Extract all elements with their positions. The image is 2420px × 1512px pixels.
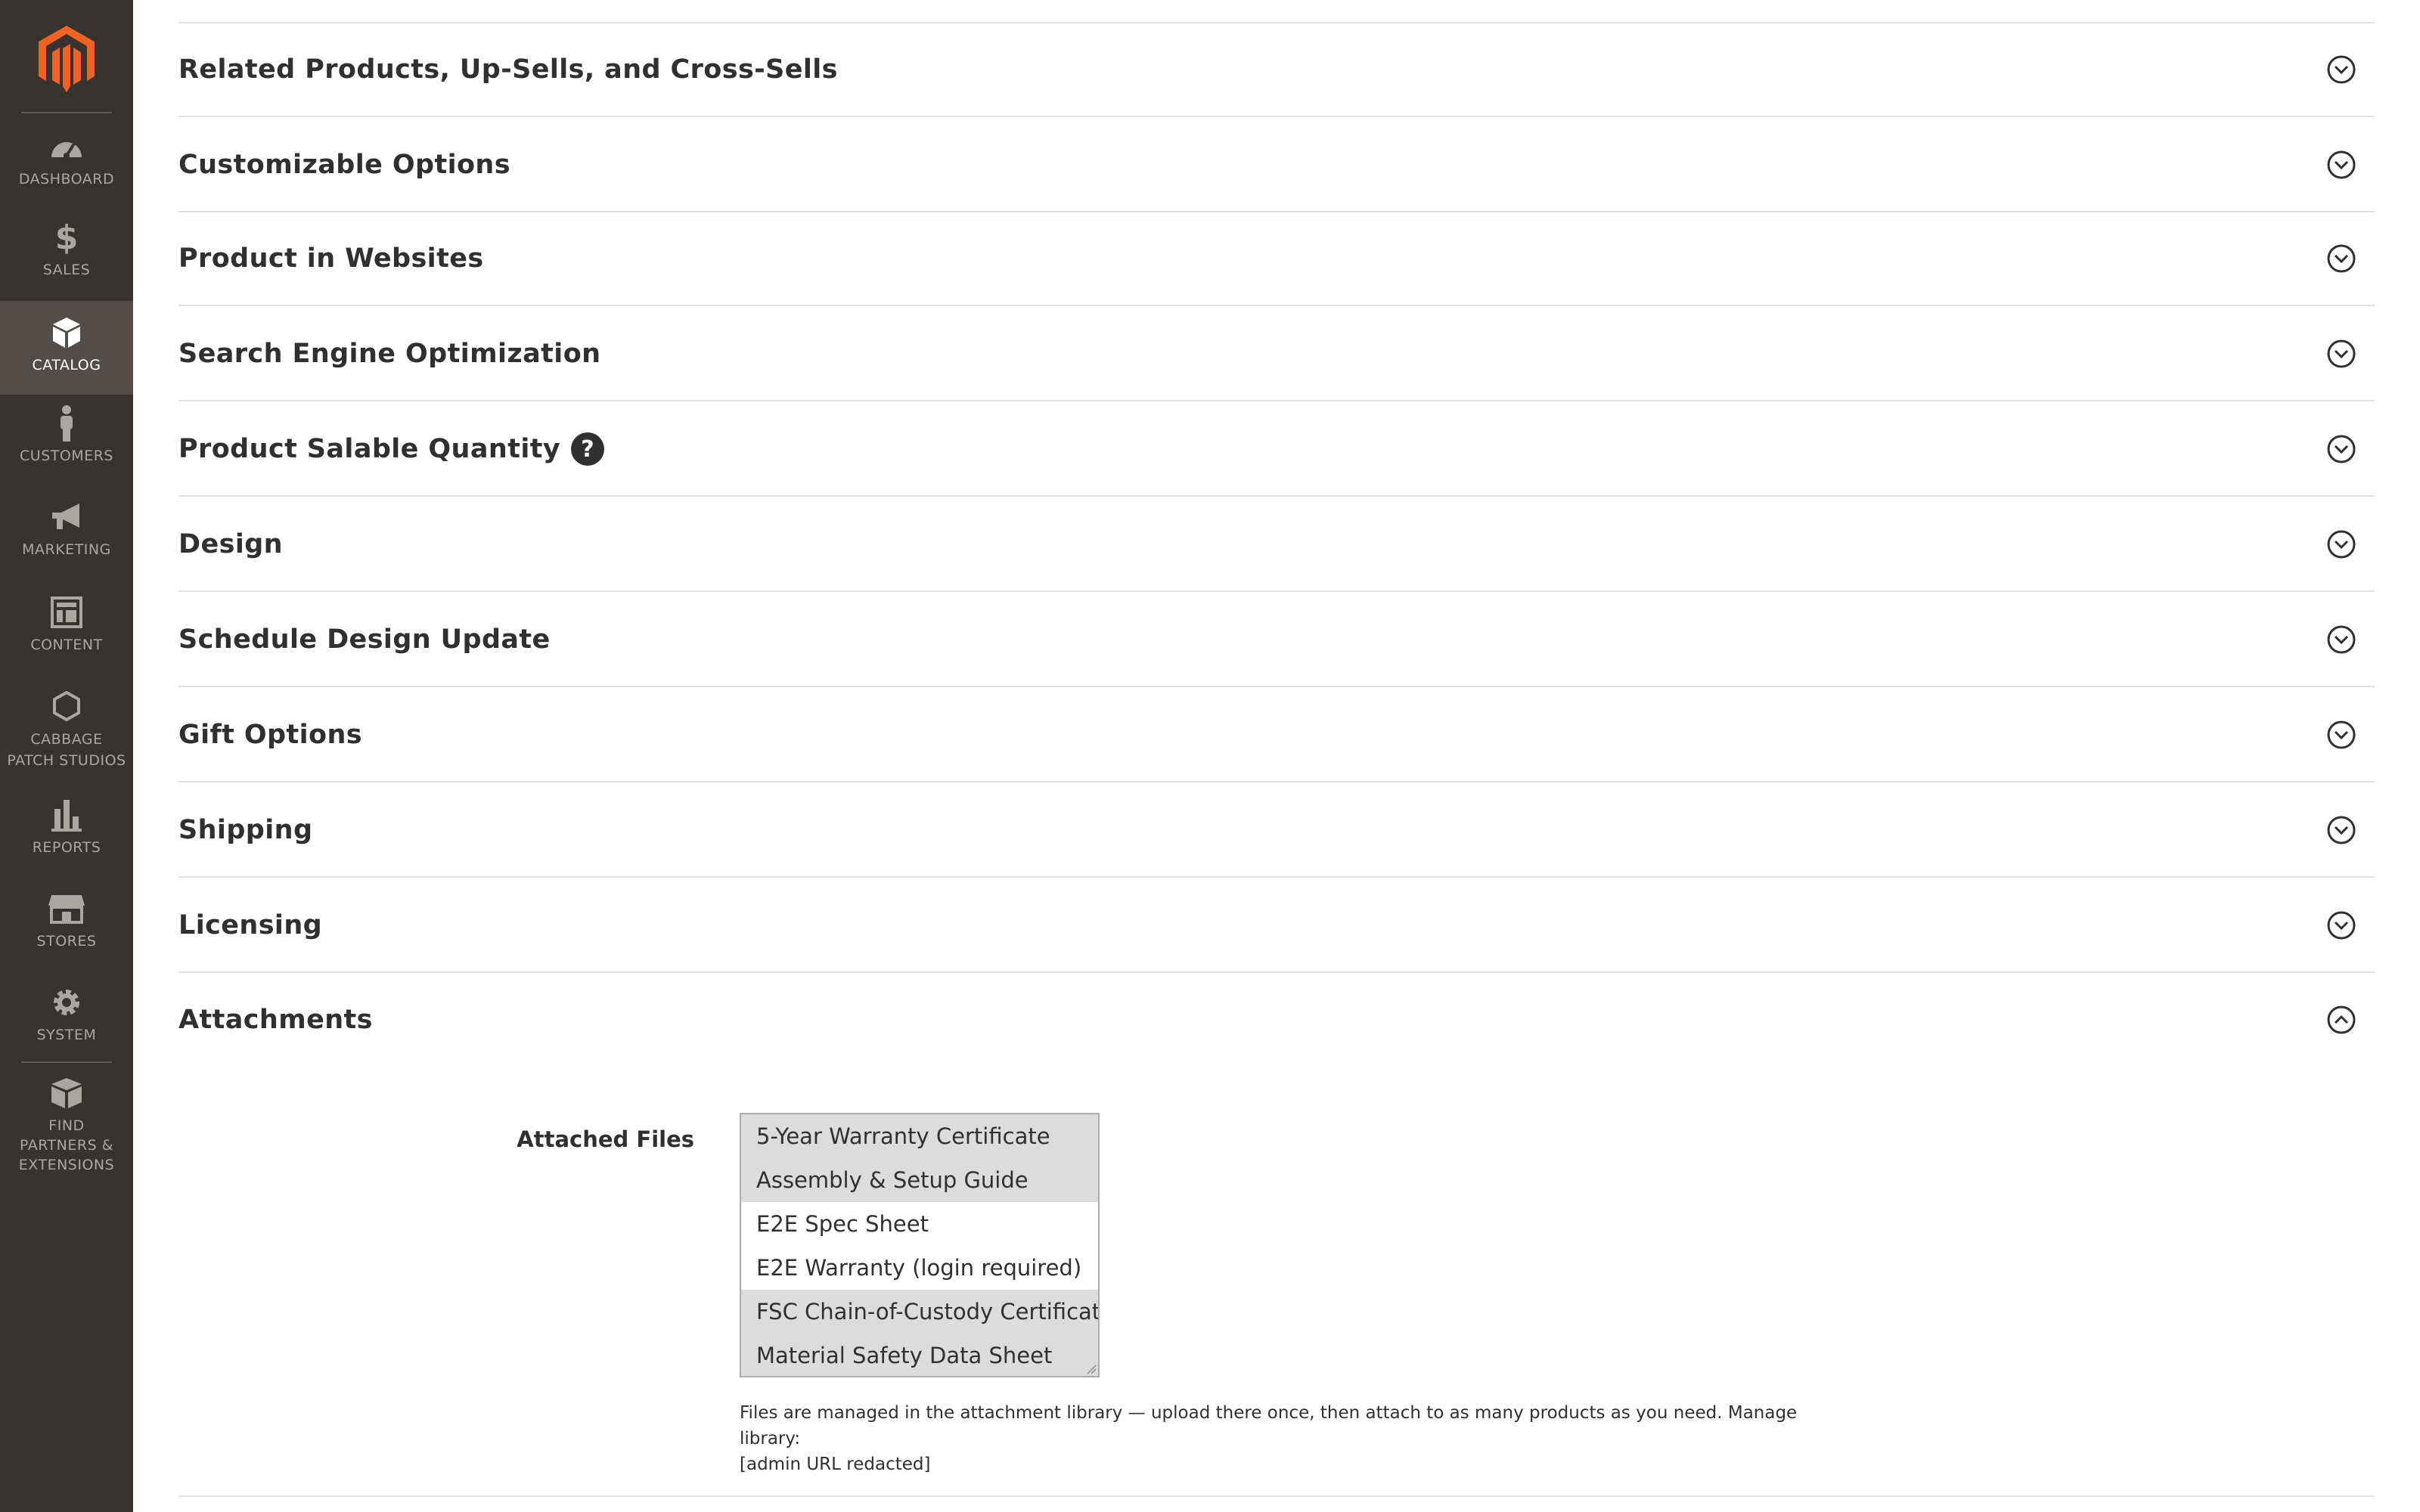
chevron-down-icon	[2327, 816, 2356, 844]
sidebar-item-stores[interactable]: STORES	[0, 891, 133, 974]
section-title-wrap: Product Salable Quantity ?	[178, 432, 605, 466]
layout-icon	[48, 594, 85, 631]
sidebar-item-system[interactable]: SYSTEM	[0, 984, 133, 1067]
sidebar-item-label: STORES	[36, 933, 97, 950]
chevron-down-icon	[2327, 911, 2356, 940]
attachment-option[interactable]: Material Safety Data Sheet	[741, 1334, 1098, 1376]
chevron-down-icon	[2327, 150, 2356, 179]
cube-icon	[48, 314, 85, 351]
resize-handle-icon[interactable]	[1084, 1362, 1097, 1374]
section-title: Search Engine Optimization	[178, 339, 601, 369]
section-title: Related Products, Up-Sells, and Cross-Se…	[178, 54, 838, 85]
sidebar-item-label: CONTENT	[30, 637, 103, 653]
section-licensing[interactable]: Licensing	[178, 879, 2375, 973]
section-gift-options[interactable]: Gift Options	[178, 689, 2375, 782]
sidebar-item-catalog[interactable]: CATALOG	[0, 301, 133, 395]
attachment-option[interactable]: FSC Chain-of-Custody Certificate	[741, 1290, 1098, 1334]
attachments-help-note: Files are managed in the attachment libr…	[740, 1400, 1844, 1477]
sidebar-item-marketing[interactable]: MARKETING	[0, 499, 133, 582]
chevron-down-icon	[2327, 435, 2356, 463]
sidebar-item-label: EXTENSIONS	[18, 1157, 115, 1173]
chevron-up-icon	[2327, 1005, 2356, 1034]
section-title: Product Salable Quantity	[178, 434, 561, 464]
section-title: Product in Websites	[178, 243, 484, 274]
sidebar-item-label: CABBAGE	[30, 731, 103, 748]
sidebar-item-reports[interactable]: REPORTS	[0, 797, 133, 880]
chevron-down-icon	[2327, 55, 2356, 84]
section-title: Schedule Design Update	[178, 624, 551, 655]
boxes-icon	[48, 1075, 85, 1111]
sidebar-item-customers[interactable]: CUSTOMERS	[0, 405, 133, 488]
bar-chart-icon	[48, 797, 85, 833]
product-edit-sections: Related Products, Up-Sells, and Cross-Se…	[178, 0, 2375, 1512]
section-product-salable-quantity[interactable]: Product Salable Quantity ?	[178, 403, 2375, 497]
attached-files-multiselect[interactable]: 5-Year Warranty Certificate Assembly & S…	[740, 1113, 1100, 1377]
chevron-down-icon	[2327, 530, 2356, 559]
hexagon-icon	[48, 688, 85, 724]
chevron-down-icon	[2327, 625, 2356, 654]
section-title: Design	[178, 529, 283, 559]
attachment-option[interactable]: 5-Year Warranty Certificate	[741, 1114, 1098, 1158]
sidebar-item-content[interactable]: CONTENT	[0, 594, 133, 677]
sidebar-item-dashboard[interactable]: DASHBOARD	[0, 129, 133, 212]
section-title: Attachments	[178, 1005, 373, 1035]
chevron-down-icon	[2327, 720, 2356, 749]
section-title: Licensing	[178, 910, 323, 940]
section-related-products[interactable]: Related Products, Up-Sells, and Cross-Se…	[178, 23, 2375, 117]
sidebar-item-label: SYSTEM	[36, 1027, 97, 1043]
attachment-option[interactable]: E2E Warranty (login required)	[741, 1246, 1098, 1290]
sidebar-item-label: MARKETING	[22, 541, 111, 558]
sidebar-item-label: PATCH STUDIOS	[7, 752, 126, 769]
sidebar-item-label: DASHBOARD	[18, 171, 115, 187]
section-title: Customizable Options	[178, 150, 510, 180]
section-design[interactable]: Design	[178, 498, 2375, 592]
storefront-icon	[48, 891, 85, 927]
sidebar-divider	[21, 112, 112, 113]
sidebar-item-label: CUSTOMERS	[20, 448, 113, 464]
section-product-in-websites[interactable]: Product in Websites	[178, 212, 2375, 306]
section-title: Gift Options	[178, 720, 362, 750]
magento-logo[interactable]	[0, 21, 133, 97]
admin-sidebar: DASHBOARD $ SALES CATALOG CUSTOMERS MARK…	[0, 0, 133, 1512]
sidebar-item-find-partners-extensions[interactable]: FIND PARTNERS & EXTENSIONS	[0, 1075, 133, 1188]
section-title: Shipping	[178, 815, 313, 845]
sidebar-item-label: PARTNERS &	[19, 1137, 113, 1154]
person-icon	[48, 405, 85, 442]
gear-icon	[48, 984, 85, 1021]
section-customizable-options[interactable]: Customizable Options	[178, 119, 2375, 212]
manage-library-link[interactable]: [admin URL redacted]	[740, 1452, 1844, 1477]
dashboard-icon	[48, 129, 85, 165]
section-shipping[interactable]: Shipping	[178, 784, 2375, 878]
sidebar-item-cabbage-patch-studios[interactable]: CABBAGE PATCH STUDIOS	[0, 688, 133, 779]
attachment-option[interactable]: Assembly & Setup Guide	[741, 1158, 1098, 1202]
sidebar-item-label: FIND	[48, 1117, 85, 1134]
section-divider	[178, 1495, 2375, 1497]
sidebar-item-sales[interactable]: $ SALES	[0, 218, 133, 302]
section-search-engine-optimization[interactable]: Search Engine Optimization	[178, 308, 2375, 401]
section-schedule-design-update[interactable]: Schedule Design Update	[178, 593, 2375, 687]
megaphone-icon	[48, 499, 85, 535]
attached-files-label: Attached Files	[517, 1126, 694, 1152]
sidebar-item-label: SALES	[42, 262, 91, 278]
sidebar-item-label: CATALOG	[32, 357, 101, 373]
dollar-icon: $	[54, 218, 79, 257]
attachments-note-text: Files are managed in the attachment libr…	[740, 1403, 1798, 1448]
magento-logo-icon	[39, 26, 95, 92]
help-icon[interactable]: ?	[571, 432, 605, 466]
attachment-option[interactable]: E2E Spec Sheet	[741, 1202, 1098, 1246]
section-attachments[interactable]: Attachments	[178, 973, 2375, 1067]
chevron-down-icon	[2327, 339, 2356, 368]
sidebar-divider	[21, 1061, 112, 1063]
chevron-down-icon	[2327, 244, 2356, 273]
sidebar-item-label: REPORTS	[32, 839, 101, 856]
